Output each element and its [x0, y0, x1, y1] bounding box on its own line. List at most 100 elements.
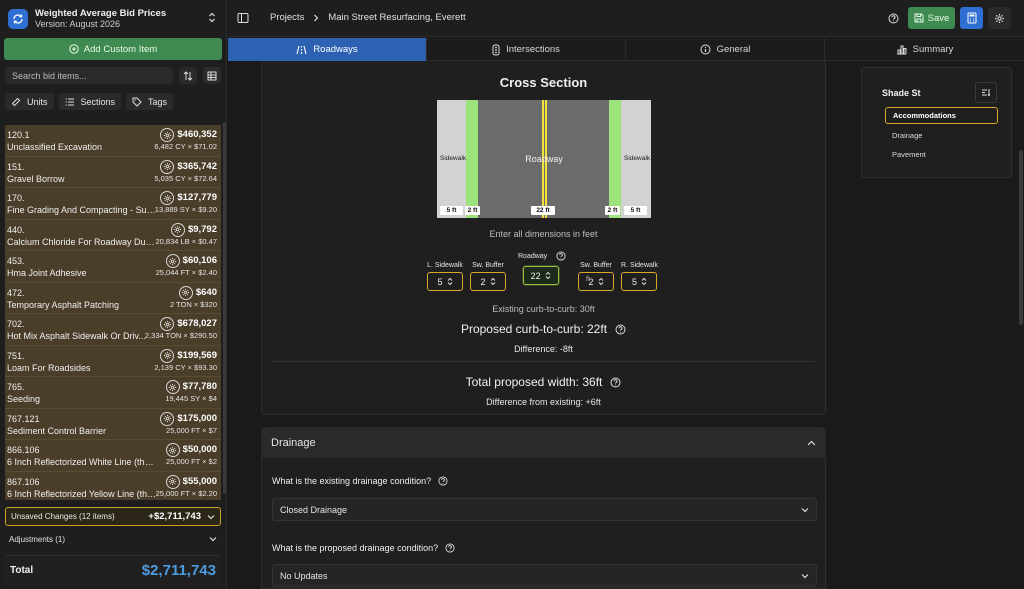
bid-item-row[interactable]: 702. Hot Mix Asphalt Sidewalk Or Driv... $…	[5, 314, 221, 346]
sections-chip[interactable]: Sections	[58, 93, 122, 110]
bid-item-amount: $127,779	[177, 192, 217, 203]
search-input[interactable]	[5, 67, 173, 84]
help-icon[interactable]	[438, 476, 448, 486]
stepper-icon[interactable]	[545, 271, 551, 280]
bid-item-row[interactable]: 440. Calcium Chloride For Roadway Dust ..…	[5, 220, 221, 251]
add-custom-item-button[interactable]: Add Custom Item	[4, 38, 222, 60]
tab-summary[interactable]: Summary	[825, 38, 1024, 61]
breadcrumb-projects[interactable]: Projects	[270, 12, 304, 23]
bid-item-amount: $9,792	[187, 223, 217, 235]
dim-left-sidewalk: 5 ft	[440, 206, 463, 215]
bid-item-name: Hot Mix Asphalt Sidewalk Or Driv...	[7, 331, 146, 341]
main-scrollbar[interactable]	[1019, 150, 1023, 325]
left-buffer-value: 2	[480, 276, 486, 287]
sidebar-toggle-icon[interactable]	[237, 12, 249, 24]
tags-chip[interactable]: Tags	[126, 93, 174, 110]
existing-drainage-select[interactable]: Closed Drainage	[272, 498, 817, 521]
tab-general-label: General	[716, 44, 751, 55]
breadcrumb: Projects Main Street Resurfacing, Everet…	[270, 12, 466, 23]
sidebar-scrollbar[interactable]	[223, 122, 226, 494]
bid-item-row[interactable]: 472. Temporary Asphalt Patching $640 2 TON …	[5, 283, 221, 314]
gear-icon[interactable]	[160, 159, 175, 174]
bid-item-amount: $199,569	[177, 349, 217, 361]
gear-icon[interactable]	[165, 474, 180, 489]
bid-item-number: 866.106	[7, 445, 40, 455]
roadway-field-label: Roadway	[518, 252, 548, 260]
right-sidewalk-stepper[interactable]: 5	[621, 272, 658, 291]
bid-item-amount: $55,000	[182, 475, 217, 487]
stepper-icon[interactable]	[490, 277, 496, 286]
gear-icon[interactable]	[165, 254, 180, 268]
left-sidewalk-stepper[interactable]: 5	[427, 272, 463, 291]
units-chip[interactable]: Units	[5, 93, 54, 110]
gear-icon[interactable]	[165, 380, 180, 394]
roadway-stepper[interactable]: 22	[522, 266, 559, 285]
right-buffer-stepper[interactable]: 2	[578, 272, 614, 291]
bid-item-row[interactable]: 866.106 6 Inch Reflectorized White Line (…	[5, 440, 221, 472]
chevron-down-icon	[801, 573, 809, 578]
bid-item-name: Gravel Borrow	[7, 173, 65, 184]
gear-icon[interactable]	[160, 411, 175, 426]
calculator-button[interactable]	[960, 7, 983, 29]
tab-general[interactable]: General	[626, 38, 825, 61]
tags-chip-label: Tags	[148, 96, 168, 107]
stepper-icon[interactable]	[641, 277, 647, 286]
help-icon[interactable]	[888, 13, 899, 24]
dim-right-buffer: 2 ft	[605, 206, 620, 215]
bar-chart-icon	[896, 45, 907, 54]
bid-item-row[interactable]: 751. Loam For Roadsides $199,569 2,139 CY ×…	[5, 346, 221, 377]
nav-item-accommodations[interactable]: Accommodations	[885, 107, 998, 124]
stepper-icon[interactable]	[447, 277, 453, 286]
bid-item-row[interactable]: 767.121 Sediment Control Barrier $175,000 2…	[5, 409, 221, 440]
proposed-drainage-label: What is the proposed drainage condition?	[272, 543, 439, 553]
bid-item-row[interactable]: 151. Gravel Borrow $365,742 5,035 CY × $72.…	[5, 157, 221, 188]
left-sidewalk-field-label: L. Sidewalk	[427, 262, 463, 269]
proposed-drainage-select[interactable]: No Updates	[272, 564, 817, 587]
bid-item-row[interactable]: 120.1 Unclassified Excavation $460,352 6,48…	[5, 125, 221, 157]
unsaved-changes-bar[interactable]: Unsaved Changes (12 items) +$2,711,743	[5, 507, 221, 526]
right-buffer-field-label: Sw. Buffer	[580, 262, 612, 269]
settings-button[interactable]	[988, 7, 1011, 29]
gear-icon[interactable]	[160, 128, 175, 142]
bid-item-name: Sediment Control Barrier	[7, 425, 107, 436]
bid-item-number: 751.	[7, 350, 25, 361]
gear-icon[interactable]	[160, 348, 175, 363]
adjustments-toggle[interactable]: Adjustments (1)	[5, 531, 221, 547]
nav-item-drainage[interactable]: Drainage	[885, 127, 998, 144]
chevron-down-icon	[209, 537, 217, 542]
section-filter-button[interactable]	[975, 82, 997, 103]
app-switcher[interactable]: Weighted Average Bid Prices Version: Aug…	[5, 6, 222, 32]
roadway-field: Roadway 22	[515, 251, 566, 285]
bid-item-number: 767.121	[7, 413, 40, 424]
bid-item-row[interactable]: 867.106 6 Inch Reflectorized Yellow Line …	[5, 472, 221, 501]
nav-item-pavement[interactable]: Pavement	[885, 146, 998, 163]
gear-icon[interactable]	[160, 317, 175, 331]
gear-icon[interactable]	[160, 191, 175, 205]
help-icon[interactable]	[556, 251, 566, 261]
bid-item-number: 453.	[7, 256, 25, 266]
stepper-icon[interactable]	[598, 277, 604, 286]
save-button[interactable]: Save	[908, 7, 955, 29]
dim-right-sidewalk: 5 ft	[624, 206, 647, 215]
table-view-button[interactable]	[203, 67, 221, 84]
sort-button[interactable]	[179, 67, 197, 84]
left-buffer-stepper[interactable]: 2	[470, 272, 506, 291]
gear-icon[interactable]	[178, 285, 193, 300]
street-title: Shade St	[882, 88, 921, 98]
bid-item-row[interactable]: 765. Seeding $77,780 19,445 SY × $4	[5, 377, 221, 409]
help-icon[interactable]	[610, 377, 621, 388]
total-amount: $2,711,743	[141, 562, 216, 579]
bid-item-row[interactable]: 453. Hma Joint Adhesive $60,106 25,044 FT ×…	[5, 251, 221, 283]
gear-icon[interactable]	[170, 222, 185, 237]
drainage-section-header[interactable]: Drainage	[261, 427, 826, 458]
gear-icon[interactable]	[165, 443, 180, 457]
help-icon[interactable]	[615, 324, 626, 335]
total-width-row: Total proposed width: 36ft	[262, 375, 825, 389]
help-icon[interactable]	[445, 543, 455, 553]
bid-item-number: 120.1	[7, 130, 30, 140]
section-navigator: Shade St Accommodations Drainage Pavemen…	[861, 67, 1012, 178]
bid-item-name: 6 Inch Reflectorized White Line (thermo.…	[7, 457, 157, 467]
bid-item-row[interactable]: 170. Fine Grading And Compacting - Sub...…	[5, 188, 221, 220]
tab-roadways[interactable]: Roadways	[228, 38, 427, 61]
tab-intersections[interactable]: Intersections	[427, 38, 626, 61]
